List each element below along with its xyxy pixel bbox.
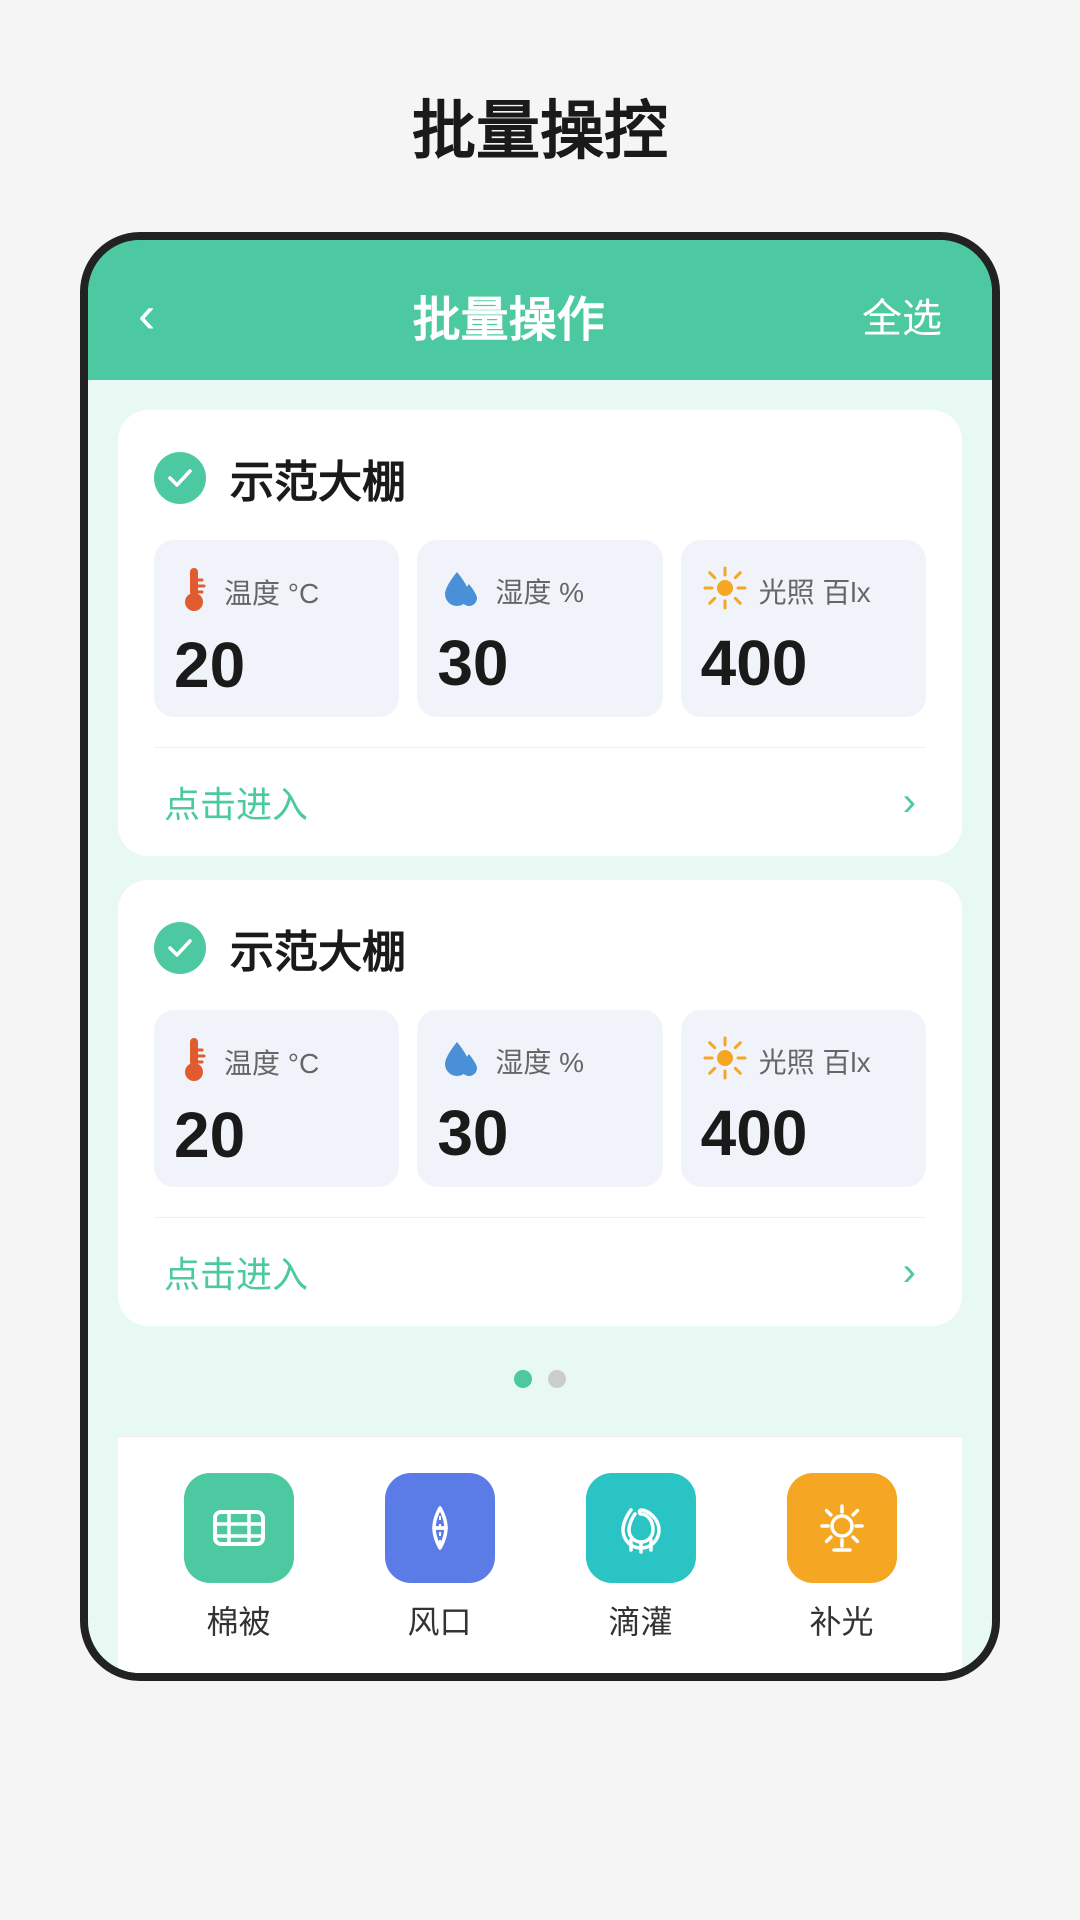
- humidity-value-1: 30: [437, 631, 642, 695]
- humidity-label-1: 湿度 %: [495, 571, 584, 611]
- temperature-sensor-2: 温度 °C 20: [154, 1010, 399, 1187]
- toolbar-item-diguan[interactable]: 滴灌: [586, 1473, 696, 1643]
- light-icon-1: [701, 564, 749, 617]
- dot-2: [548, 1370, 566, 1388]
- toolbar-item-buguang[interactable]: 补光: [787, 1473, 897, 1643]
- mianbe-icon-bg: [184, 1473, 294, 1583]
- card-enter-1[interactable]: 点击进入 ›: [154, 747, 926, 856]
- temperature-value-1: 20: [174, 633, 379, 697]
- temperature-sensor-1: 温度 °C 20: [154, 540, 399, 717]
- dot-1: [514, 1370, 532, 1388]
- check-icon-2[interactable]: [154, 922, 206, 974]
- check-icon-1[interactable]: [154, 452, 206, 504]
- temperature-value-2: 20: [174, 1103, 379, 1167]
- humidity-value-2: 30: [437, 1101, 642, 1165]
- light-sensor-1: 光照 百lx 400: [681, 540, 926, 717]
- temperature-label-1: 温度 °C: [224, 572, 319, 612]
- light-icon-2: [701, 1034, 749, 1087]
- greenhouse-name-2: 示范大棚: [230, 916, 406, 980]
- card-header-1: 示范大棚: [154, 446, 926, 510]
- mianbe-label: 棉被: [206, 1597, 270, 1643]
- greenhouse-name-1: 示范大棚: [230, 446, 406, 510]
- humidity-icon-1: [437, 564, 485, 617]
- light-label-2: 光照 百lx: [759, 1041, 871, 1081]
- enter-arrow-1: ›: [903, 780, 916, 825]
- card-enter-2[interactable]: 点击进入 ›: [154, 1217, 926, 1326]
- light-value-2: 400: [701, 1101, 906, 1165]
- page-indicator: [118, 1350, 962, 1412]
- diguan-label: 滴灌: [608, 1597, 672, 1643]
- diguan-icon-bg: [586, 1473, 696, 1583]
- card-header-2: 示范大棚: [154, 916, 926, 980]
- phone-frame: ‹ 批量操作 全选 示范大棚: [80, 232, 1000, 1681]
- greenhouse-card-2[interactable]: 示范大棚: [118, 880, 962, 1326]
- humidity-sensor-1: 湿度 % 30: [417, 540, 662, 717]
- page-title: 批量操控: [0, 0, 1080, 232]
- toolbar-item-fengkou[interactable]: 风口: [385, 1473, 495, 1643]
- enter-text-1: 点击进入: [164, 776, 308, 828]
- humidity-label-2: 湿度 %: [495, 1041, 584, 1081]
- humidity-sensor-2: 湿度 % 30: [417, 1010, 662, 1187]
- greenhouse-card-1[interactable]: 示范大棚: [118, 410, 962, 856]
- sensors-row-2: 温度 °C 20 湿度 % 30: [154, 1010, 926, 1187]
- enter-arrow-2: ›: [903, 1250, 916, 1295]
- buguang-icon-bg: [787, 1473, 897, 1583]
- humidity-icon-2: [437, 1034, 485, 1087]
- header-title: 批量操作: [413, 280, 605, 350]
- bottom-toolbar: 棉被 风口: [118, 1436, 962, 1673]
- back-button[interactable]: ‹: [138, 289, 155, 341]
- thermometer-icon-2: [174, 1034, 214, 1089]
- select-all-button[interactable]: 全选: [862, 286, 942, 344]
- thermometer-icon-1: [174, 564, 214, 619]
- light-sensor-2: 光照 百lx 400: [681, 1010, 926, 1187]
- app-header: ‹ 批量操作 全选: [88, 240, 992, 380]
- buguang-label: 补光: [809, 1597, 873, 1643]
- sensors-row-1: 温度 °C 20 湿度 % 30: [154, 540, 926, 717]
- scroll-area: 示范大棚: [88, 380, 992, 1673]
- toolbar-item-mianbe[interactable]: 棉被: [184, 1473, 294, 1643]
- light-value-1: 400: [701, 631, 906, 695]
- temperature-label-2: 温度 °C: [224, 1042, 319, 1082]
- fengkou-icon-bg: [385, 1473, 495, 1583]
- light-label-1: 光照 百lx: [759, 571, 871, 611]
- fengkou-label: 风口: [407, 1597, 471, 1643]
- enter-text-2: 点击进入: [164, 1246, 308, 1298]
